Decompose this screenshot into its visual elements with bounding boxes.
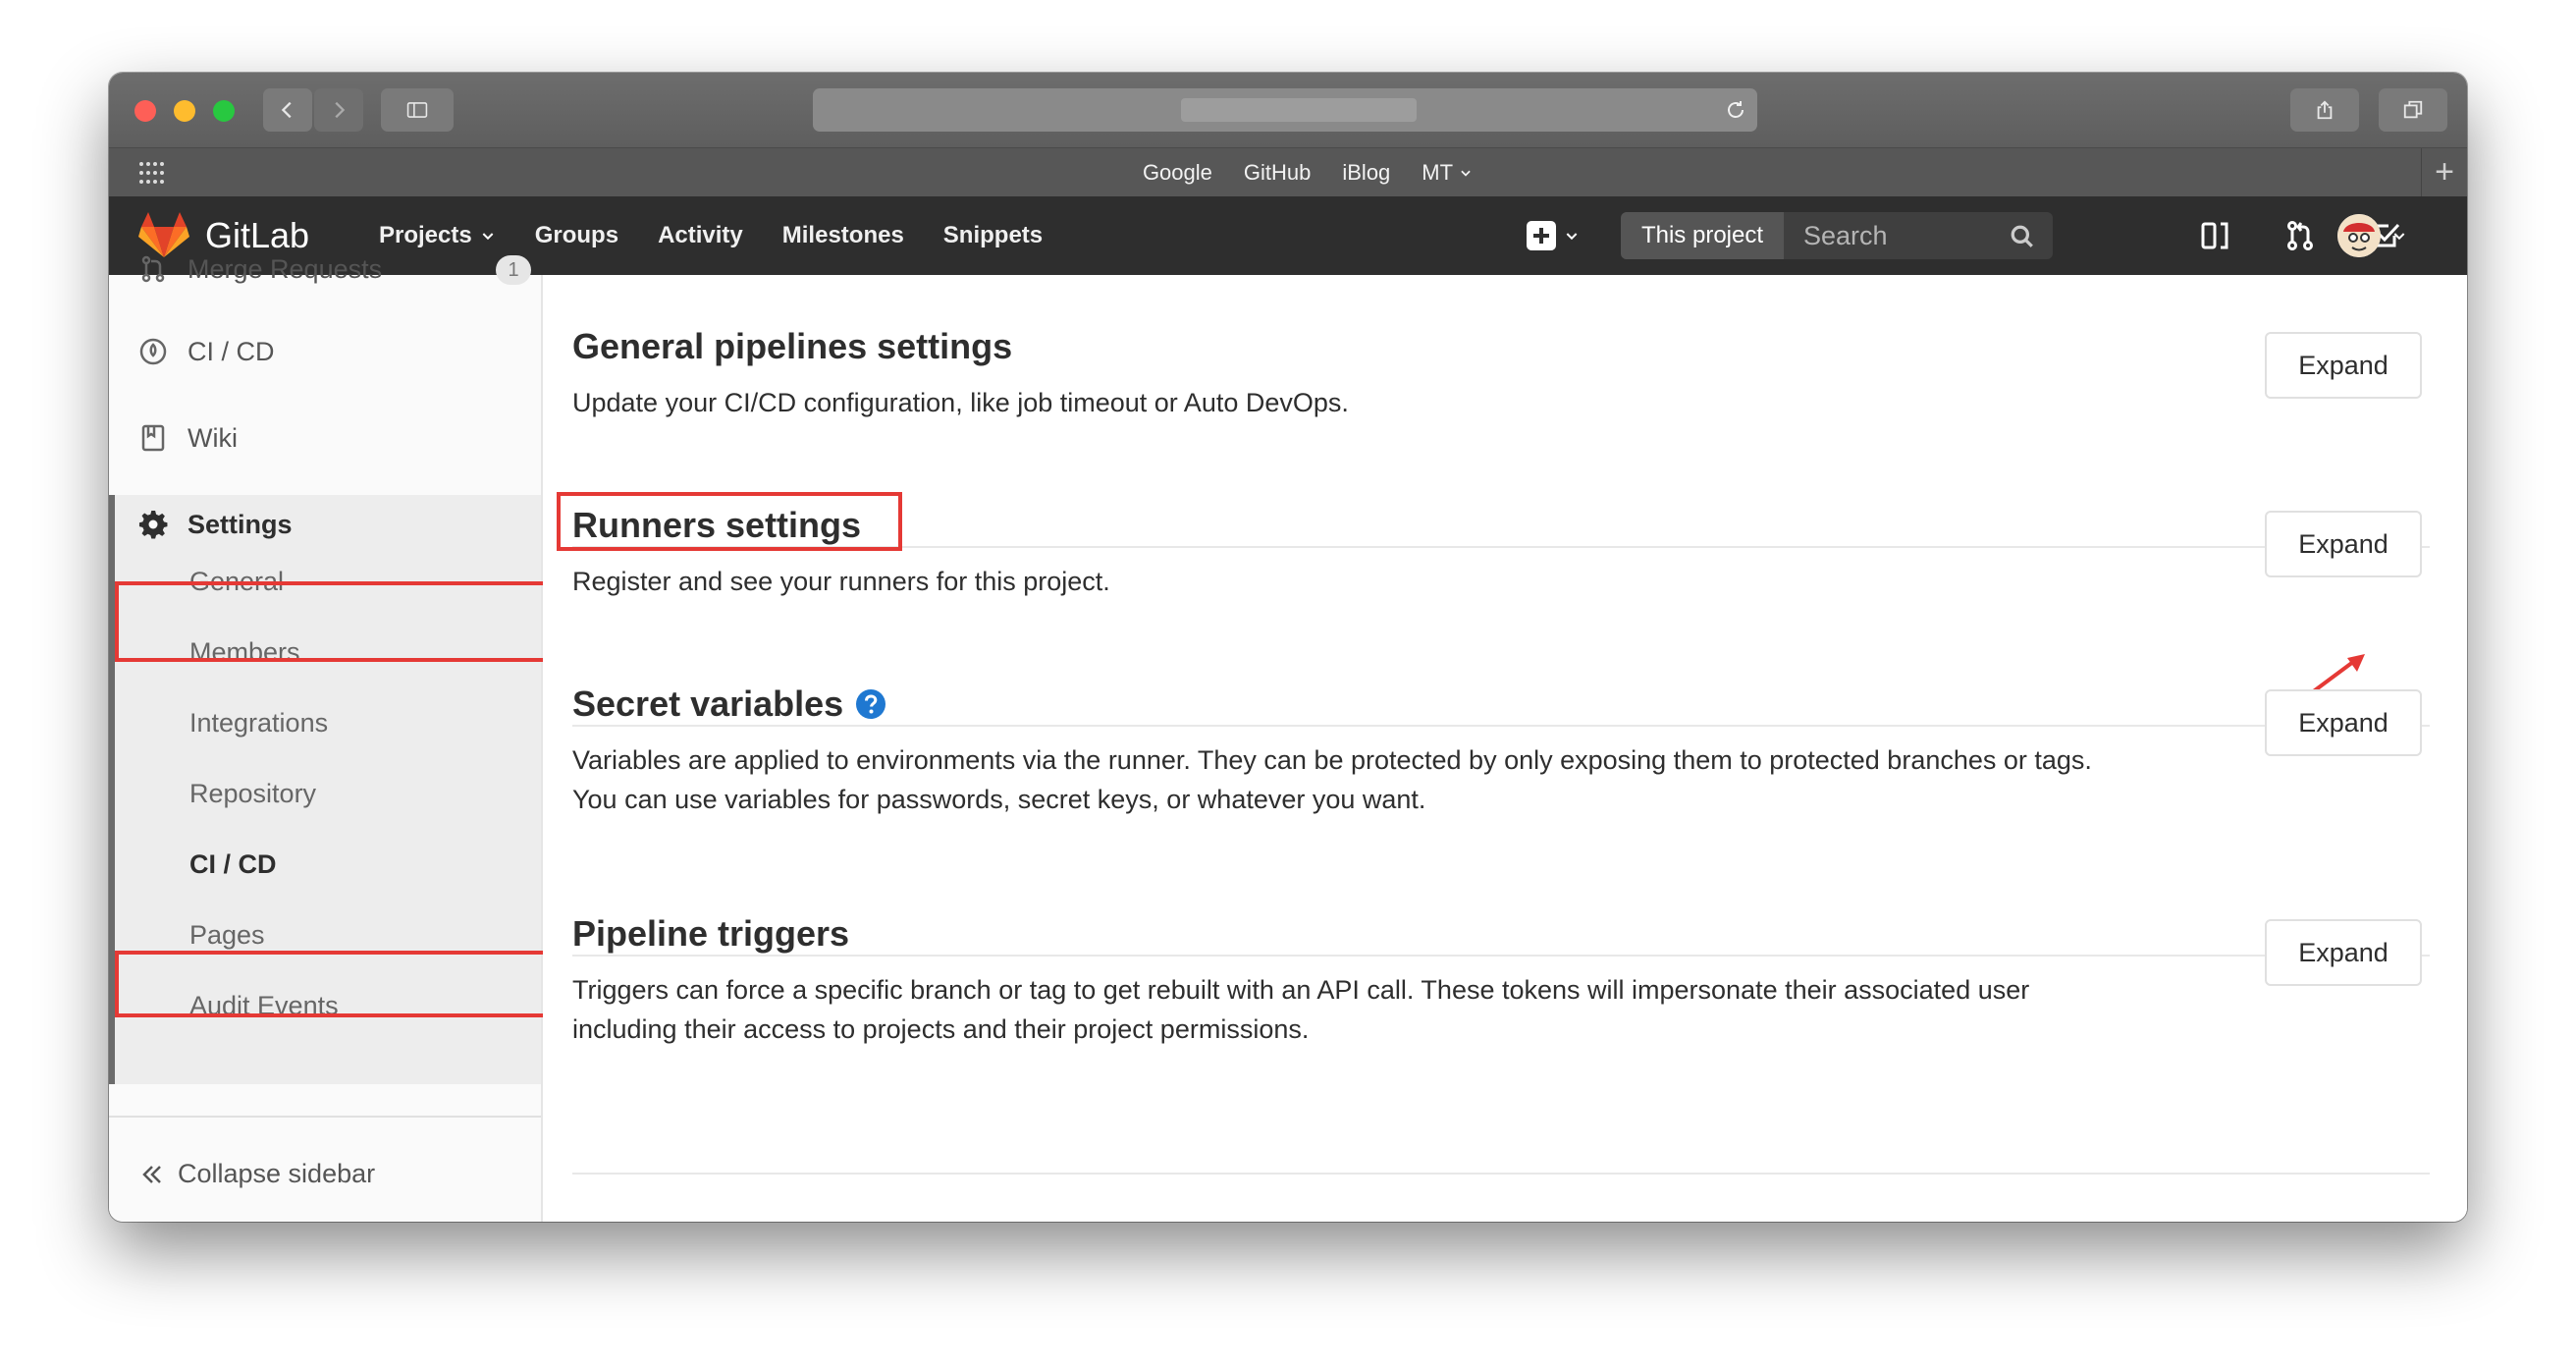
chevron-down-icon[interactable] (2391, 228, 2407, 244)
section-description: Triggers can force a specific branch or … (572, 970, 2241, 1049)
browser-window: Google GitHub iBlog MT + GitLab Projects (109, 73, 2467, 1222)
collapse-sidebar-button[interactable]: Collapse sidebar (138, 1159, 375, 1189)
search-scope[interactable]: This project (1621, 212, 1784, 259)
expand-button[interactable]: Expand (2265, 511, 2422, 577)
expand-button[interactable]: Expand (2265, 919, 2422, 986)
section-title: General pipelines settings (572, 326, 1013, 366)
search-box[interactable]: This project Search (1621, 212, 2053, 259)
share-icon (2317, 100, 2333, 120)
section-title-row: Secret variables (572, 684, 886, 725)
section-title: Pipeline triggers (572, 913, 850, 954)
chevron-right-icon (335, 101, 346, 119)
chevron-down-icon (1461, 170, 1471, 177)
settings-repository[interactable]: Repository (189, 774, 316, 813)
minimize-window-button[interactable] (174, 100, 195, 122)
double-chevron-left-icon (142, 1165, 161, 1183)
nav-milestones[interactable]: Milestones (782, 196, 904, 275)
section-description: Update your CI/CD configuration, like jo… (572, 388, 1349, 417)
section-divider (572, 955, 2430, 957)
sidebar-item-cicd[interactable]: CI / CD (138, 332, 275, 371)
gear-icon (138, 510, 168, 539)
favorite-google[interactable]: Google (1143, 148, 1212, 197)
settings-integrations[interactable]: Integrations (189, 703, 328, 742)
book-icon (141, 424, 165, 452)
search-icon (2011, 225, 2033, 247)
tabs-icon (2403, 100, 2423, 119)
new-item-dropdown[interactable] (1525, 218, 1580, 253)
address-bar[interactable] (813, 88, 1757, 132)
sidebar-item-label: CI / CD (188, 336, 275, 366)
back-button[interactable] (263, 88, 312, 132)
sidebar-item-settings[interactable]: Settings (138, 505, 293, 544)
chevron-left-icon (281, 101, 292, 119)
settings-pages[interactable]: Pages (189, 915, 265, 955)
rocket-icon (139, 338, 167, 365)
section-divider (572, 1173, 2430, 1175)
chevron-down-icon (1566, 233, 1578, 241)
nav-groups[interactable]: Groups (535, 196, 618, 275)
nav-snippets[interactable]: Snippets (943, 196, 1043, 275)
favorite-github[interactable]: GitHub (1244, 148, 1311, 197)
avatar-image-icon (2337, 214, 2381, 257)
nav-activity[interactable]: Activity (658, 196, 743, 275)
browser-toolbar (109, 73, 2467, 147)
sidebar-divider (109, 1116, 541, 1118)
runners-title-highlight-box (557, 492, 902, 551)
section-title: Secret variables (572, 684, 844, 724)
sidebar-item-wiki[interactable]: Wiki (138, 418, 238, 458)
forward-button[interactable] (314, 88, 363, 132)
chevron-down-icon (482, 233, 494, 241)
share-button[interactable] (2290, 88, 2359, 132)
settings-cicd[interactable]: CI / CD (189, 845, 277, 884)
sidebar-item-label: Wiki (188, 422, 238, 453)
search-input[interactable]: Search (1803, 212, 1888, 259)
sidebar-item-label: Merge Requests (188, 253, 383, 284)
tabs-button[interactable] (2379, 88, 2447, 132)
expand-button[interactable]: Expand (2265, 689, 2422, 756)
help-question-icon[interactable] (855, 688, 886, 720)
new-tab-button[interactable]: + (2421, 148, 2467, 197)
description-line: You can use variables for passwords, sec… (572, 785, 1426, 814)
section-description: Register and see your runners for this p… (572, 567, 1110, 596)
zoom-window-button[interactable] (213, 100, 235, 122)
plus-square-icon (1527, 221, 1556, 250)
favorite-iblog[interactable]: iBlog (1342, 148, 1390, 197)
sidebar-item-merge-requests[interactable]: Merge Requests 1 (138, 249, 541, 289)
close-window-button[interactable] (134, 100, 156, 122)
sidebar-toggle-button[interactable] (381, 88, 454, 132)
favorite-mt-label: MT (1422, 160, 1454, 185)
description-line: including their access to projects and t… (572, 1014, 1310, 1044)
merge-request-icon (141, 255, 165, 283)
user-avatar[interactable] (2337, 214, 2381, 257)
reload-icon[interactable] (1724, 98, 1747, 122)
sidebar-icon (406, 102, 428, 118)
description-line: Triggers can force a specific branch or … (572, 975, 2030, 1005)
description-line: Variables are applied to environments vi… (572, 745, 2092, 775)
section-divider (572, 725, 2430, 727)
favorite-mt[interactable]: MT (1422, 148, 1473, 197)
project-sidebar: Merge Requests 1 CI / CD Wiki Settings G… (109, 254, 649, 1222)
collapse-sidebar-label: Collapse sidebar (178, 1159, 376, 1188)
issues-board-icon[interactable] (2198, 218, 2233, 253)
merge-request-icon[interactable] (2282, 218, 2318, 253)
sidebar-item-label: Settings (188, 509, 293, 539)
url-text (1181, 98, 1417, 122)
settings-content: General pipelines settings Update your C… (543, 275, 2467, 1222)
expand-button[interactable]: Expand (2265, 332, 2422, 399)
merge-requests-count-badge: 1 (496, 255, 531, 285)
section-description: Variables are applied to environments vi… (572, 740, 2241, 819)
favorites-bar: Google GitHub iBlog MT + (109, 147, 2467, 197)
